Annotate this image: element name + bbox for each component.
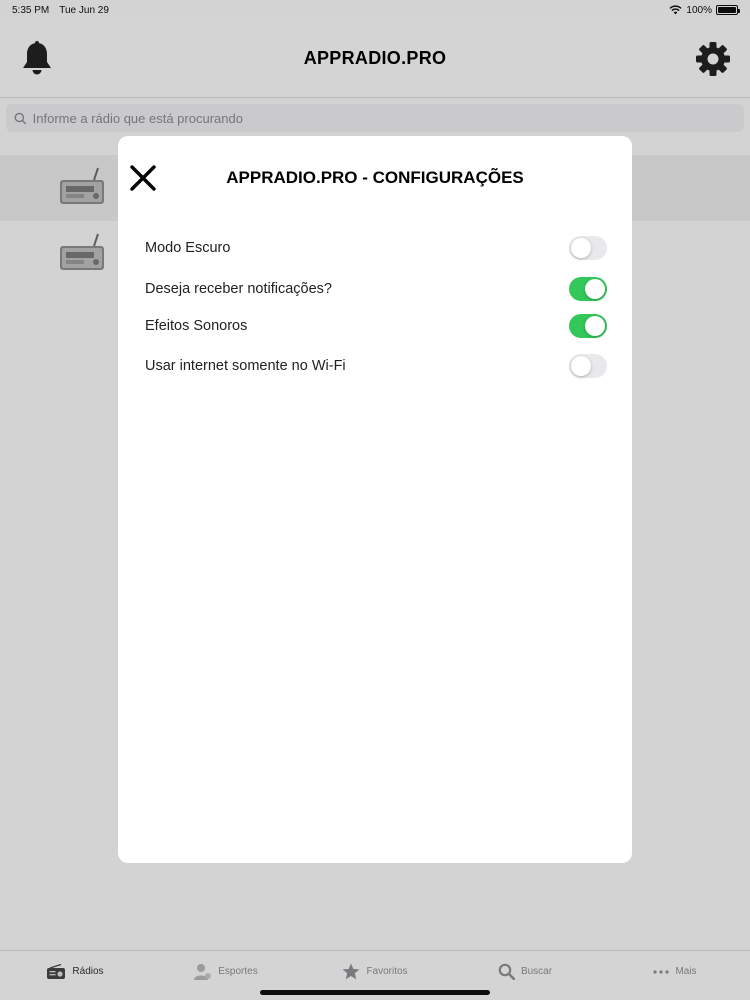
- notifications-toggle[interactable]: [569, 277, 607, 301]
- setting-wifi-only: Usar internet somente no Wi-Fi: [145, 351, 607, 381]
- setting-label: Deseja receber notificações?: [145, 281, 332, 297]
- modal-title: APPRADIO.PRO - CONFIGURAÇÕES: [226, 168, 524, 187]
- wifi-only-toggle[interactable]: [569, 354, 607, 378]
- setting-notifications: Deseja receber notificações?: [145, 274, 607, 304]
- sound-effects-toggle[interactable]: [569, 314, 607, 338]
- setting-dark-mode: Modo Escuro: [145, 233, 607, 263]
- setting-label: Efeitos Sonoros: [145, 318, 248, 334]
- dark-mode-toggle[interactable]: [569, 236, 607, 260]
- setting-label: Modo Escuro: [145, 240, 231, 256]
- setting-label: Usar internet somente no Wi-Fi: [145, 358, 346, 374]
- setting-sound-effects: Efeitos Sonoros: [145, 311, 607, 341]
